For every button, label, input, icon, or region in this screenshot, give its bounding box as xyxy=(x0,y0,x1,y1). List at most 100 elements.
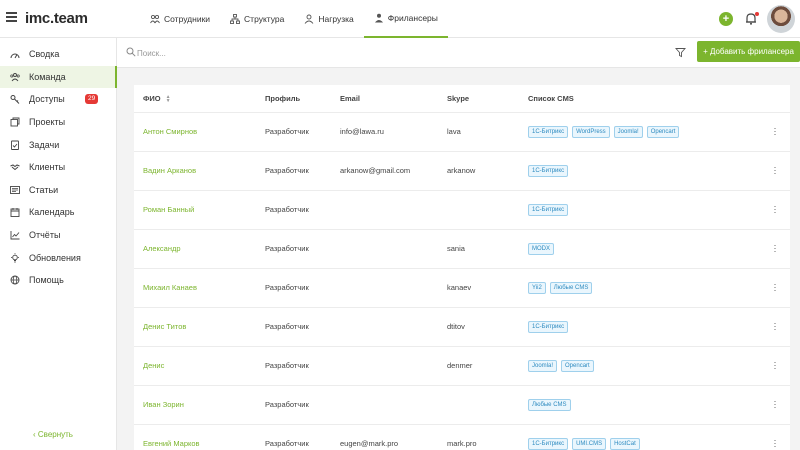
more-options-icon[interactable]: · · · xyxy=(774,241,777,256)
freelancer-name-link[interactable]: Иван Зорин xyxy=(134,385,265,425)
add-icon[interactable]: + xyxy=(719,12,733,26)
cms-tag: 1С-Битрикс xyxy=(528,125,569,138)
freelancer-name-link[interactable]: Вадин Арканов xyxy=(134,151,265,191)
column-header-label: ФИО xyxy=(143,93,161,103)
cms-cell: Joomla! Opencart xyxy=(528,346,760,386)
skype-cell: sania xyxy=(447,229,528,269)
cms-tag: Opencart xyxy=(646,125,680,138)
sort-icon[interactable]: ▲ ▼ xyxy=(166,94,171,103)
sidebar-item-tasks[interactable]: Задачи xyxy=(0,133,116,156)
freelancer-name-link[interactable]: Михаил Канаев xyxy=(134,268,265,308)
email-cell xyxy=(340,229,447,269)
sidebar-item-label: Календарь xyxy=(29,207,75,218)
sidebar-item-calendar[interactable]: Календарь xyxy=(0,201,116,224)
skype-cell xyxy=(447,190,528,230)
tab-structure[interactable]: Структура xyxy=(220,0,294,38)
freelancer-name-link[interactable]: Антон Смирнов xyxy=(134,112,265,152)
tasks-icon xyxy=(11,140,19,150)
cms-cell: Yii2 Любые CMS xyxy=(528,268,760,308)
menu-icon[interactable] xyxy=(6,12,17,22)
cms-tag: Opencart xyxy=(561,359,594,372)
cms-tag: 1С-Битрикс xyxy=(528,320,569,333)
table-row: Михаил Канаев Разработчик kanaev Yii2 Любые … xyxy=(134,268,790,308)
sidebar-item-label: Отчёты xyxy=(29,230,61,241)
freelancer-name-link[interactable]: Денис Титов xyxy=(134,307,265,347)
dashboard-icon xyxy=(10,53,20,59)
more-options-icon[interactable]: · · · xyxy=(774,436,777,450)
person-icon xyxy=(305,14,314,24)
row-actions-cell: · · · xyxy=(760,151,790,191)
add-freelancer-button[interactable]: + Добавить фрилансера xyxy=(697,41,800,62)
team-icon xyxy=(10,72,20,82)
freelancer-icon xyxy=(374,13,383,23)
column-header-actions xyxy=(760,85,790,113)
more-options-icon[interactable]: · · · xyxy=(774,319,777,334)
sidebar-item-summary[interactable]: Сводка xyxy=(0,43,116,66)
freelancer-name-link[interactable]: Александр xyxy=(134,229,265,269)
access-count-badge: 29 xyxy=(85,94,99,105)
cms-tag: Yii2 xyxy=(528,281,546,294)
more-options-icon[interactable]: · · · xyxy=(774,397,777,412)
sidebar-item-label: Задачи xyxy=(29,139,60,150)
tab-workload[interactable]: Нагрузка xyxy=(294,0,363,38)
skype-cell: arkanow xyxy=(447,151,528,191)
sidebar-item-articles[interactable]: Статьи xyxy=(0,179,116,202)
sidebar-item-clients[interactable]: Клиенты xyxy=(0,156,116,179)
column-header-name[interactable]: ФИО ▲ ▼ xyxy=(134,85,265,113)
collapse-sidebar-button[interactable]: ‹ Свернуть xyxy=(33,430,73,439)
table-header-row: ФИО ▲ ▼ Профиль Email Skype Список CMS xyxy=(134,85,790,113)
sidebar-item-team[interactable]: Команда xyxy=(0,65,117,89)
sidebar-item-label: Обновления xyxy=(29,252,81,263)
more-options-icon[interactable]: · · · xyxy=(774,280,777,295)
sidebar-item-label: Статьи xyxy=(29,184,59,195)
cms-cell: MODX xyxy=(528,229,760,269)
cms-tag: HostCat xyxy=(610,437,640,450)
more-options-icon[interactable]: · · · xyxy=(774,163,777,178)
cms-tag: 1С-Битрикс xyxy=(528,203,569,216)
chart-icon xyxy=(10,231,20,240)
projects-icon xyxy=(10,117,20,127)
sidebar-item-projects[interactable]: Проекты xyxy=(0,111,116,134)
sidebar-item-access[interactable]: Доступы 29 xyxy=(0,88,116,111)
cms-cell: 1С-Битрикс WordPress Joomla! Opencart xyxy=(528,112,760,152)
more-options-icon[interactable]: · · · xyxy=(774,202,777,217)
table-row: Вадин Арканов Разработчик arkanow@gmail.co… xyxy=(134,151,790,191)
notification-dot xyxy=(755,12,759,16)
freelancer-name-link[interactable]: Денис xyxy=(134,346,265,386)
profile-cell: Разработчик xyxy=(265,268,340,308)
row-actions-cell: · · · xyxy=(760,229,790,269)
cms-tag: MODX xyxy=(528,242,554,255)
sidebar-item-reports[interactable]: Отчёты xyxy=(0,224,116,247)
tab-label: Фрилансеры xyxy=(387,13,438,23)
freelancer-name-link[interactable]: Роман Банный xyxy=(134,190,265,230)
avatar[interactable] xyxy=(767,5,795,33)
more-options-icon[interactable]: · · · xyxy=(774,124,777,139)
row-actions-cell: · · · xyxy=(760,190,790,230)
tab-employees[interactable]: Сотрудники xyxy=(140,0,220,38)
search-input[interactable] xyxy=(137,45,537,61)
more-options-icon[interactable]: · · · xyxy=(774,358,777,373)
bulb-icon xyxy=(11,252,19,263)
search-bar: + Добавить фрилансера xyxy=(117,38,800,68)
column-header-cms: Список CMS xyxy=(528,85,760,113)
tab-freelancers[interactable]: Фрилансеры xyxy=(363,0,448,38)
email-cell xyxy=(340,268,447,308)
profile-cell: Разработчик xyxy=(265,346,340,386)
sidebar-item-updates[interactable]: Обновления xyxy=(0,246,116,269)
row-actions-cell: · · · xyxy=(760,268,790,308)
articles-icon xyxy=(10,185,20,194)
sidebar: Сводка Команда Доступы 29 Проекты Задачи… xyxy=(0,38,117,450)
filter-icon[interactable] xyxy=(675,47,686,58)
cms-tag: Joomla! xyxy=(528,359,558,372)
sidebar-item-help[interactable]: Помощь xyxy=(0,269,116,292)
row-actions-cell: · · · xyxy=(760,307,790,347)
tab-label: Структура xyxy=(244,14,285,24)
skype-cell: dtitov xyxy=(447,307,528,347)
table-row: Антон Смирнов Разработчик info@lawa.ru lava… xyxy=(134,112,790,152)
handshake-icon xyxy=(10,164,20,171)
logo[interactable]: imc.team xyxy=(25,10,88,27)
profile-cell: Разработчик xyxy=(265,112,340,152)
globe-icon xyxy=(10,275,20,285)
sidebar-item-label: Команда xyxy=(29,71,66,82)
freelancer-name-link[interactable]: Евгений Марков xyxy=(134,424,265,450)
